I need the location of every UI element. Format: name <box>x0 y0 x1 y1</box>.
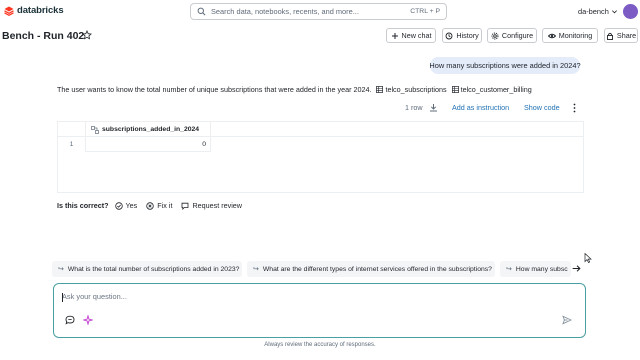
more-options-icon[interactable] <box>572 103 577 113</box>
comment-icon <box>182 202 189 210</box>
answer-text: The user wants to know the total number … <box>57 85 372 94</box>
reply-arrow-icon: ↪ <box>253 266 259 273</box>
gear-icon <box>491 32 499 39</box>
column-type-icon <box>91 125 99 134</box>
feedback-bar: Is this correct? Yes Fix it Request revi… <box>57 201 251 210</box>
yes-button[interactable]: Yes <box>114 201 138 210</box>
suggestion-text: How many subsc <box>515 265 568 273</box>
fix-it-button[interactable]: Fix it <box>146 201 172 210</box>
sparkle-icon[interactable] <box>83 315 93 325</box>
databricks-logo[interactable]: databricks <box>4 5 64 16</box>
suggestion-text: What is the total number of subscription… <box>67 265 240 273</box>
fix-it-label: Fix it <box>157 201 173 210</box>
monitoring-label: Monitoring <box>558 31 593 40</box>
suggestion-text: What are the different types of internet… <box>262 265 492 273</box>
history-label: History <box>456 31 479 40</box>
user-avatar[interactable] <box>623 4 638 19</box>
suggestion-chip[interactable]: ↪ What is the total number of subscripti… <box>52 261 242 277</box>
new-chat-button[interactable]: New chat <box>386 28 436 43</box>
ask-question-input[interactable] <box>62 292 562 301</box>
mouse-cursor-icon <box>584 253 592 263</box>
arrow-right-icon[interactable] <box>571 263 582 274</box>
suggestion-chip[interactable]: ↪ How many subsc <box>500 261 571 277</box>
table-icon <box>376 86 384 93</box>
global-search-input[interactable]: Search data, notebooks, recents, and mor… <box>190 3 447 20</box>
user-message-bubble: How many subscriptions were added in 202… <box>429 57 581 74</box>
search-icon <box>197 7 206 16</box>
text-caret <box>62 293 63 302</box>
top-bar: databricks Search data, notebooks, recen… <box>0 0 640 24</box>
share-button[interactable]: Share <box>604 28 638 43</box>
configure-button[interactable]: Configure <box>487 28 537 43</box>
search-shortcut: CTRL + P <box>410 8 440 15</box>
star-icon[interactable] <box>82 30 92 40</box>
yes-label: Yes <box>125 201 138 210</box>
row-index: 1 <box>69 141 74 148</box>
monitoring-button[interactable]: Monitoring <box>542 28 598 43</box>
suggested-questions: ↪ What is the total number of subscripti… <box>52 261 587 277</box>
table-ref-label: telco_subscriptions <box>385 85 447 94</box>
share-label: Share <box>616 31 637 40</box>
eye-icon <box>547 33 556 38</box>
history-icon <box>445 32 453 39</box>
reply-arrow-icon: ↪ <box>58 266 64 273</box>
plus-icon <box>391 32 398 39</box>
lock-icon <box>606 32 613 40</box>
logo-text: databricks <box>17 5 64 16</box>
disclaimer-text: Always review the accuracy of responses. <box>264 342 376 348</box>
chevron-down-icon <box>611 10 617 14</box>
suggestion-chip[interactable]: ↪ What are the different types of intern… <box>247 261 495 277</box>
reply-arrow-icon: ↪ <box>506 266 512 273</box>
workspace-switcher[interactable]: da-bench <box>578 7 618 16</box>
page-title: Bench - Run 402 <box>2 30 85 42</box>
table-ref-telco-subscriptions[interactable]: telco_subscriptions <box>376 85 447 94</box>
add-as-instruction-link[interactable]: Add as instruction <box>452 103 509 112</box>
column-header[interactable]: subscriptions_added_in_2024 <box>85 122 211 137</box>
table-cell[interactable]: 0 <box>85 137 211 152</box>
result-table: subscriptions_added_in_2024 1 0 <box>57 121 584 193</box>
row-count: 1 row <box>405 103 423 112</box>
chat-composer <box>53 283 586 338</box>
request-review-button[interactable]: Request review <box>181 201 242 210</box>
workspace-name: da-bench <box>578 7 609 16</box>
table-ref-label: telco_customer_billing <box>460 85 532 94</box>
download-icon[interactable] <box>429 103 438 112</box>
feedback-label: Is this correct? <box>57 201 109 210</box>
request-review-label: Request review <box>192 201 242 210</box>
assistant-answer: The user wants to know the total number … <box>57 85 532 94</box>
table-icon <box>451 86 459 93</box>
table-ref-telco-customer-billing[interactable]: telco_customer_billing <box>451 85 532 94</box>
check-circle-icon <box>114 201 123 210</box>
x-circle-icon <box>146 201 154 210</box>
column-header-label: subscriptions_added_in_2024 <box>102 126 200 133</box>
configure-label: Configure <box>501 31 534 40</box>
send-icon[interactable] <box>562 315 572 325</box>
search-placeholder: Search data, notebooks, recents, and mor… <box>211 7 359 16</box>
chat-bubble-icon[interactable] <box>65 315 75 325</box>
databricks-logo-icon <box>4 6 14 16</box>
history-button[interactable]: History <box>442 28 482 43</box>
new-chat-label: New chat <box>401 31 432 40</box>
show-code-link[interactable]: Show code <box>524 103 560 112</box>
